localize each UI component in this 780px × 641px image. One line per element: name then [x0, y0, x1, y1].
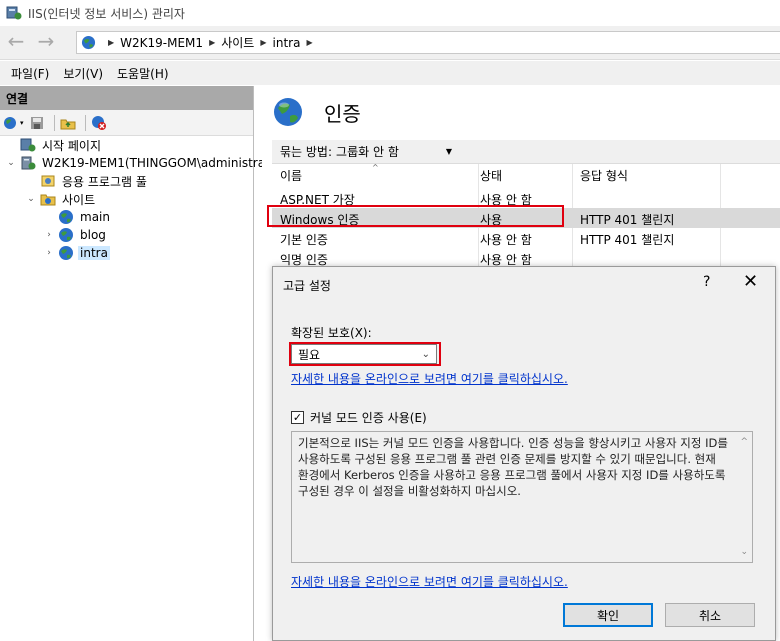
navigation-bar: ← → ▶ W2K19-MEM1 ▶ 사이트 ▶ intra ▶: [0, 26, 780, 60]
advanced-settings-dialog: 고급 설정 ? ✕ 확장된 보호(X): 필요 ⌄ 자세한 내용을 온라인으로 …: [272, 266, 776, 641]
iis-manager-icon: [6, 6, 22, 20]
breadcrumb-arrow-icon: ▶: [108, 38, 115, 47]
app-pool-icon: [41, 175, 55, 187]
chevron-down-icon: ⌄: [421, 348, 430, 360]
scroll-down-icon[interactable]: ⌄: [740, 544, 748, 560]
description-textbox[interactable]: 기본적으로 IIS는 커널 모드 인증을 사용합니다. 인증 성능을 향상시키고…: [291, 431, 753, 563]
description-text: 기본적으로 IIS는 커널 모드 인증을 사용합니다. 인증 성능을 향상시키고…: [298, 436, 728, 498]
connections-toolbar: ▾: [0, 110, 253, 136]
menu-bar: 파일(F) 보기(V) 도움말(H): [0, 61, 780, 85]
column-header-name[interactable]: 이름: [280, 167, 302, 184]
site-globe-icon: [59, 246, 73, 260]
sites-folder-icon: [40, 194, 56, 206]
menu-view[interactable]: 보기(V): [56, 65, 110, 82]
cancel-button[interactable]: 취소: [665, 603, 755, 627]
group-by-label: 묶는 방법:: [280, 145, 333, 159]
site-globe-icon: [59, 210, 73, 224]
tree-item-sites[interactable]: ⌄ 사이트: [26, 190, 97, 208]
address-breadcrumb[interactable]: ▶ W2K19-MEM1 ▶ 사이트 ▶ intra ▶: [76, 31, 780, 54]
kernel-mode-checkbox[interactable]: ✓: [291, 411, 304, 424]
collapse-chevron-icon[interactable]: ⌄: [6, 158, 16, 168]
expand-chevron-icon[interactable]: ›: [44, 230, 54, 240]
online-help-link-2[interactable]: 자세한 내용을 온라인으로 보려면 여기를 클릭하십시오.: [291, 573, 568, 590]
column-header-status[interactable]: 상태: [480, 167, 502, 184]
start-page-icon: [20, 138, 36, 152]
group-by-select[interactable]: 그룹화 안 함 ▼: [336, 143, 452, 160]
group-by-value: 그룹화 안 함: [336, 145, 399, 159]
breadcrumb-arrow-icon: ▶: [209, 38, 216, 47]
toolbar-divider: [84, 114, 86, 131]
group-by-bar: 묶는 방법: 그룹화 안 함 ▼: [272, 140, 780, 164]
breadcrumb-sites[interactable]: 사이트: [221, 34, 254, 51]
window-title: IIS(인터넷 정보 서비스) 관리자: [28, 6, 185, 21]
table-row[interactable]: 기본 인증 사용 안 함 HTTP 401 챌린지: [272, 228, 780, 248]
up-folder-icon[interactable]: [59, 114, 77, 132]
connections-panel: 연결 ▾ 시작 페이지 ⌄ W2K19-MEM1(THINGGOM\admini…: [0, 86, 287, 641]
table-header: ^ 이름 상태 응답 형식: [272, 163, 780, 188]
table-row[interactable]: Windows 인증 사용 HTTP 401 챌린지: [272, 208, 780, 228]
tree-item-app-pools[interactable]: 응용 프로그램 풀: [26, 172, 149, 190]
table-row[interactable]: ASP.NET 가장 사용 안 함: [272, 188, 780, 208]
tree-item-blog[interactable]: › blog: [44, 226, 108, 244]
table-row[interactable]: 익명 인증 사용 안 함: [272, 248, 780, 268]
kernel-mode-checkbox-row[interactable]: ✓ 커널 모드 인증 사용(E): [291, 409, 427, 426]
tree-item-intra[interactable]: › intra: [44, 244, 110, 262]
tree-item-server[interactable]: ⌄ W2K19-MEM1(THINGGOM\administrator): [6, 154, 289, 172]
page-title: 인증: [324, 101, 361, 126]
dropdown-arrow-icon: ▼: [445, 147, 453, 156]
site-globe-icon: [59, 228, 73, 242]
breadcrumb-arrow-icon: ▶: [306, 38, 313, 47]
toolbar-divider: [53, 114, 55, 131]
close-icon[interactable]: ✕: [743, 271, 758, 292]
extended-protection-label: 확장된 보호(X):: [291, 326, 372, 340]
back-arrow-icon[interactable]: ←: [4, 31, 28, 53]
breadcrumb-arrow-icon: ▶: [260, 38, 267, 47]
extended-protection-select[interactable]: 필요 ⌄: [291, 344, 437, 364]
help-button[interactable]: ?: [703, 274, 710, 290]
ok-button[interactable]: 확인: [563, 603, 653, 627]
authentication-globe-icon: [274, 98, 302, 126]
dialog-title: 고급 설정: [283, 279, 331, 293]
authentication-table: ^ 이름 상태 응답 형식 ASP.NET 가장 사용 안 함 Windows …: [272, 163, 780, 268]
online-help-link[interactable]: 자세한 내용을 온라인으로 보려면 여기를 클릭하십시오.: [291, 370, 568, 387]
tree-item-main[interactable]: main: [44, 208, 112, 226]
menu-file[interactable]: 파일(F): [4, 65, 56, 82]
column-header-response[interactable]: 응답 형식: [580, 167, 628, 184]
collapse-chevron-icon[interactable]: ⌄: [26, 194, 36, 204]
extended-protection-value: 필요: [298, 347, 321, 362]
tree-item-start-page[interactable]: 시작 페이지: [6, 136, 103, 154]
connect-globe-icon[interactable]: [2, 114, 20, 132]
breadcrumb-server[interactable]: W2K19-MEM1: [120, 36, 203, 50]
expand-chevron-icon[interactable]: ›: [44, 248, 54, 258]
title-bar: IIS(인터넷 정보 서비스) 관리자: [0, 0, 780, 26]
save-icon[interactable]: [28, 114, 46, 132]
kernel-mode-label: 커널 모드 인증 사용(E): [310, 411, 427, 425]
scroll-up-icon[interactable]: ^: [740, 434, 748, 450]
connections-header: 연결: [0, 86, 253, 110]
disconnect-icon[interactable]: [90, 114, 108, 132]
menu-help[interactable]: 도움말(H): [110, 65, 176, 82]
page-header: 인증: [272, 96, 361, 128]
breadcrumb-intra[interactable]: intra: [273, 36, 301, 50]
dropdown-arrow-icon[interactable]: ▾: [20, 119, 24, 127]
sort-ascending-icon: ^: [372, 163, 379, 172]
server-icon: [21, 156, 36, 170]
forward-arrow-icon[interactable]: →: [34, 31, 58, 53]
globe-icon: [81, 35, 96, 50]
